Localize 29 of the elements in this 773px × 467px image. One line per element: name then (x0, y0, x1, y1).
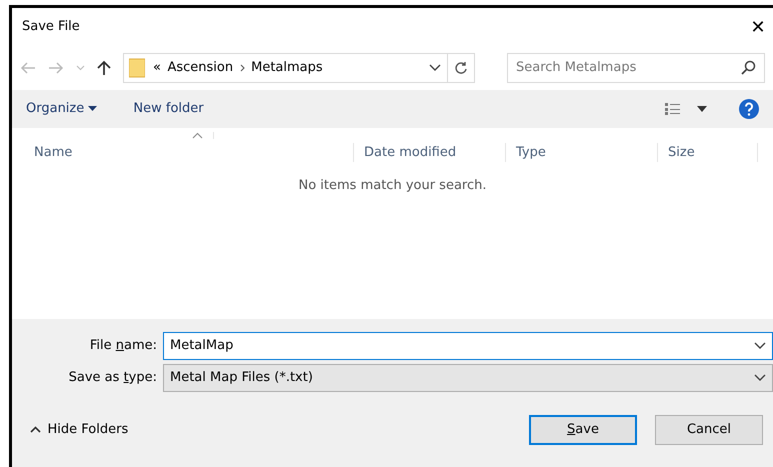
field-label: Save as type: (68, 369, 158, 388)
hide-folders-button[interactable]: Hide Folders (30, 420, 128, 440)
path-separator-icon (240, 64, 245, 72)
caret-icon (88, 106, 98, 112)
column-header[interactable]: Size (658, 142, 758, 162)
new-folder-button[interactable]: New folder (133, 99, 204, 119)
up-arrow-icon[interactable] (97, 58, 111, 78)
breadcrumb-item[interactable]: Ascension (167, 58, 234, 78)
search-placeholder: Search Metalmaps (516, 59, 636, 78)
file-name-field[interactable]: MetalMap (163, 332, 773, 360)
empty-message: No items match your search. (298, 178, 486, 193)
column-header[interactable]: Date modified (354, 142, 506, 162)
field-label: File name: (88, 337, 158, 356)
window-title: Save File (22, 18, 80, 36)
organize-menu[interactable]: Organize (26, 99, 98, 119)
column-header[interactable]: Type (506, 142, 658, 162)
file-type-dropdown[interactable]: Metal Map Files (*.txt) (163, 364, 773, 392)
column-header[interactable]: Name (12, 142, 354, 162)
save-button[interactable]: Save (529, 415, 637, 445)
dropdown-caret-icon (754, 374, 766, 382)
overflow-chevron[interactable]: « (153, 58, 161, 78)
address-bar[interactable]: « Ascension Metalmaps (123, 53, 475, 83)
search-field[interactable]: Search Metalmaps (507, 53, 765, 83)
breadcrumb-item[interactable]: Metalmaps (251, 58, 323, 78)
help-icon[interactable] (739, 98, 759, 120)
folder-icon (129, 58, 145, 78)
dropdown-caret-icon (754, 342, 766, 350)
close-button[interactable]: ✕ (743, 14, 773, 40)
cancel-button[interactable]: Cancel (655, 415, 763, 445)
